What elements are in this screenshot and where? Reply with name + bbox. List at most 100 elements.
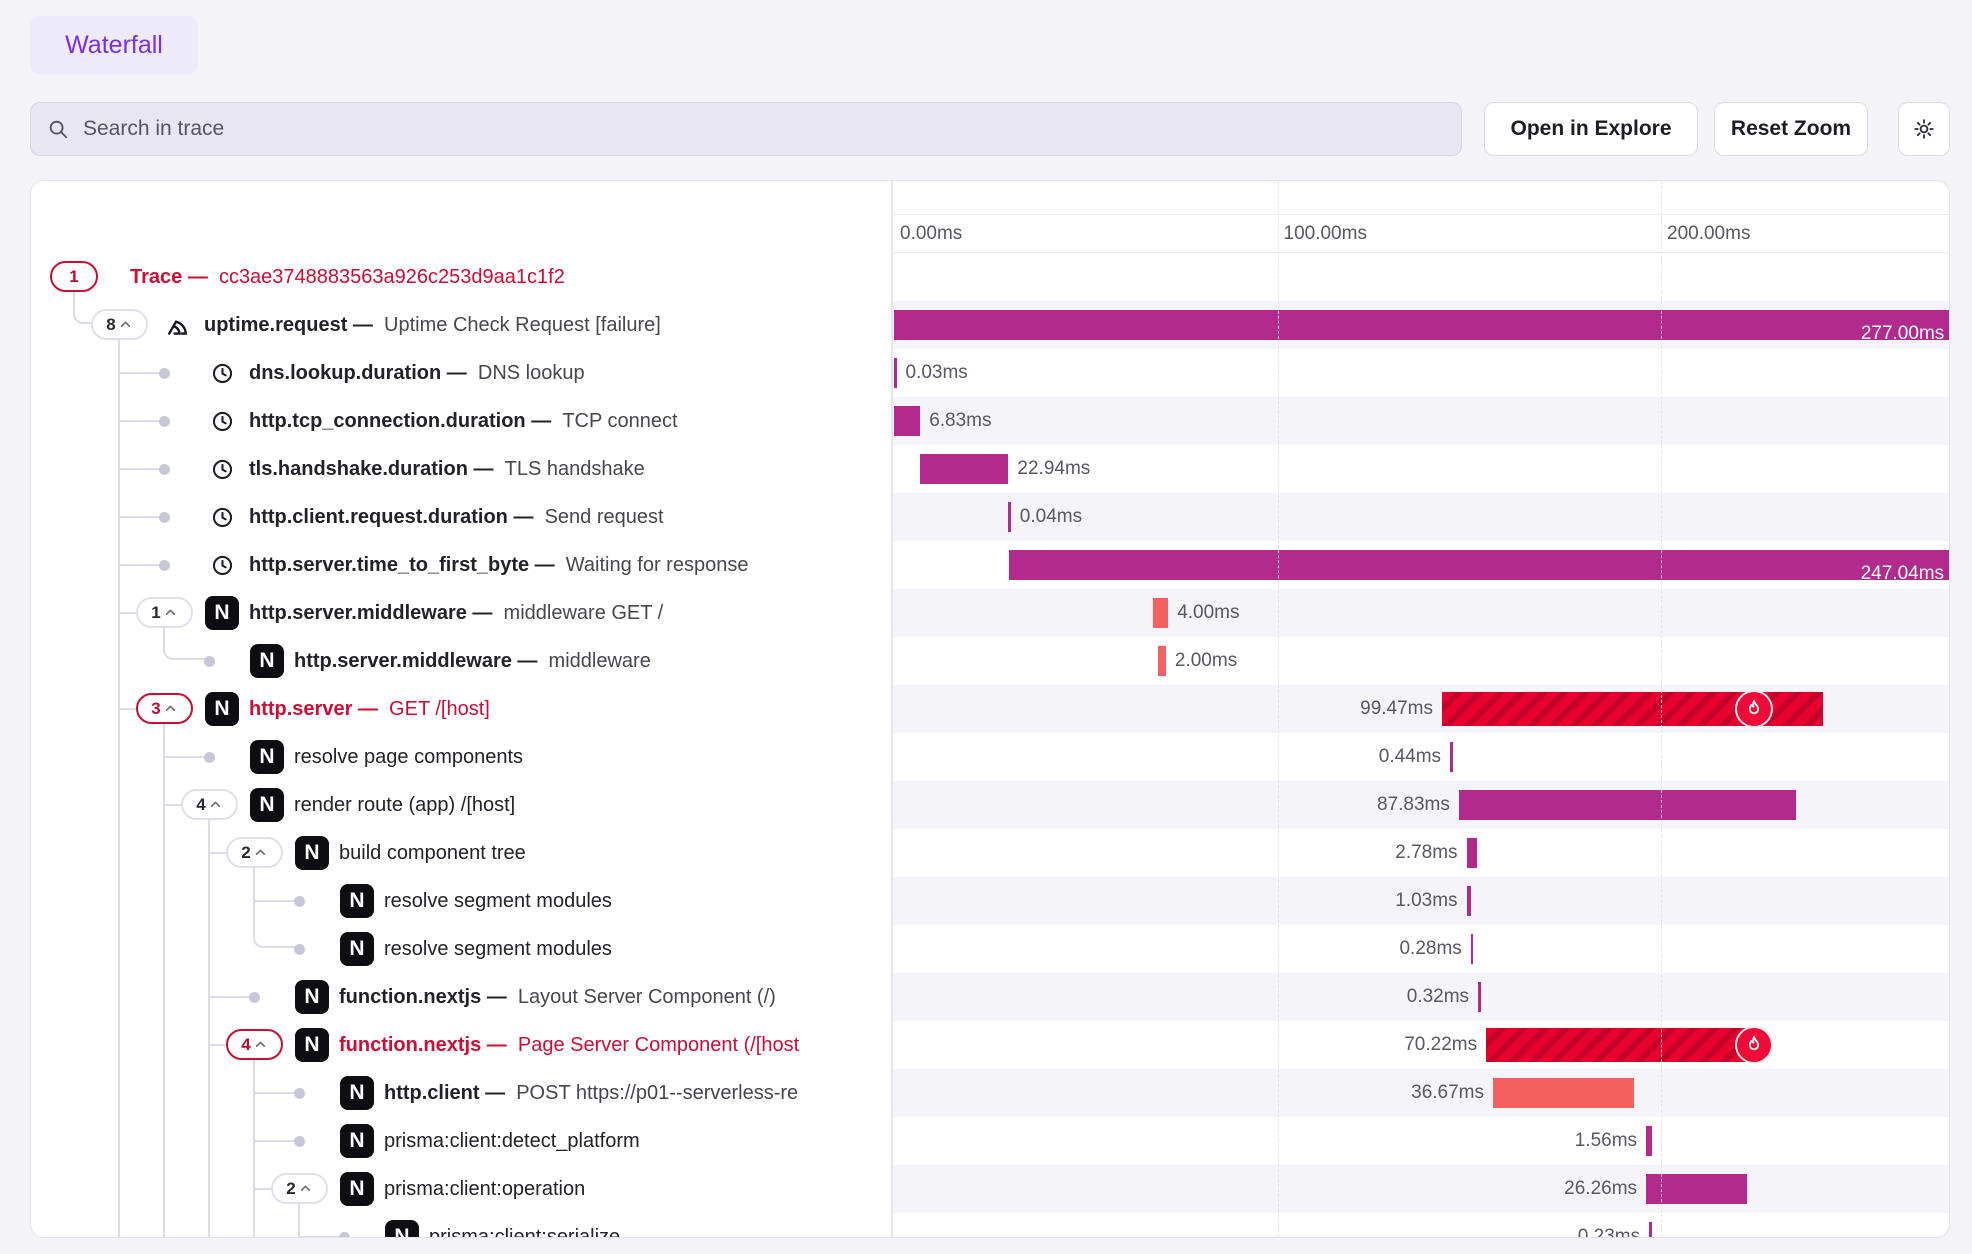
duration-bar[interactable]	[1450, 742, 1453, 772]
chevron-up-icon	[254, 1038, 267, 1051]
span-description: Uptime Check Request [failure]	[384, 314, 661, 336]
span-label-clip: http.server.time_to_first_byte — Waiting…	[31, 541, 889, 589]
span-label-clip: Nprisma:client:serialize	[31, 1213, 889, 1238]
span-separator: —	[441, 362, 478, 384]
duration-bar[interactable]	[1493, 1078, 1634, 1108]
flame-badge[interactable]	[1735, 690, 1773, 728]
duration-bar[interactable]	[1646, 1174, 1747, 1204]
search-in-trace[interactable]	[30, 102, 1462, 156]
duration-bar[interactable]	[1646, 1126, 1652, 1156]
span-label-clip: Nresolve page components	[31, 733, 889, 781]
collapse-pill[interactable]: 3	[136, 693, 193, 724]
span-separator: —	[182, 266, 219, 288]
trace-span-row[interactable]: http.tcp_connection.duration — TCP conne…	[31, 397, 1949, 445]
duration-label: 0.28ms	[1242, 925, 1462, 973]
search-input[interactable]	[81, 116, 1461, 142]
collapse-pill[interactable]: 1	[136, 597, 193, 628]
open-in-explore-button[interactable]: Open in Explore	[1484, 102, 1698, 156]
flame-badge[interactable]	[1735, 1026, 1773, 1064]
duration-bar[interactable]: 247.04ms	[1009, 550, 1950, 580]
nextjs-icon: N	[205, 596, 239, 630]
span-name: tls.handshake.duration	[249, 458, 468, 480]
trace-span-row[interactable]: dns.lookup.duration — DNS lookup0.03ms	[31, 349, 1949, 397]
collapse-pill[interactable]: 4	[181, 789, 238, 820]
duration-bar[interactable]	[1486, 1028, 1755, 1062]
span-separator: —	[467, 602, 504, 624]
collapse-pill[interactable]: 1	[50, 261, 98, 292]
span-name: function.nextjs	[339, 1034, 481, 1056]
trace-span-row[interactable]: tls.handshake.duration — TLS handshake 22…	[31, 445, 1949, 493]
trace-span-row[interactable]: 3Nhttp.server — GET /[host]99.47ms	[31, 685, 1949, 733]
trace-span-row[interactable]: Nprisma:client:serialize0.23ms	[31, 1213, 1949, 1238]
duration-bar[interactable]	[1649, 1222, 1652, 1238]
clock-icon	[210, 553, 235, 578]
trace-span-row[interactable]: http.server.time_to_first_byte — Waiting…	[31, 541, 1949, 589]
duration-bar[interactable]	[894, 406, 920, 436]
search-icon	[47, 118, 69, 140]
trace-span-row[interactable]: 8uptime.request — Uptime Check Request […	[31, 301, 1949, 349]
nextjs-icon: N	[295, 980, 329, 1014]
trace-span-row[interactable]: Nresolve page components0.44ms	[31, 733, 1949, 781]
collapse-pill[interactable]: 2	[271, 1173, 328, 1204]
span-label: http.server.middleware — middleware GET …	[249, 589, 663, 637]
span-description: POST https://p01--serverless-re	[516, 1082, 798, 1104]
duration-label: 22.94ms	[1017, 445, 1090, 493]
trace-span-row[interactable]: 2Nbuild component tree2.78ms	[31, 829, 1949, 877]
trace-waterfall-panel: 0.00ms100.00ms200.00ms1Trace — cc3ae3748…	[30, 180, 1950, 1238]
span-label-clip: Nfunction.nextjs — Layout Server Compone…	[31, 973, 889, 1021]
duration-bar[interactable]	[1467, 838, 1478, 868]
nextjs-icon: N	[250, 788, 284, 822]
duration-bar[interactable]	[1158, 646, 1166, 676]
trace-span-row[interactable]: http.client.request.duration — Send requ…	[31, 493, 1949, 541]
duration-bar[interactable]	[1471, 934, 1474, 964]
span-description: Waiting for response	[566, 554, 749, 576]
duration-bar[interactable]	[1478, 982, 1481, 1012]
trace-span-row[interactable]: Nresolve segment modules0.28ms	[31, 925, 1949, 973]
collapse-pill-count: 4	[196, 796, 205, 813]
trace-span-row[interactable]: 2Nprisma:client:operation26.26ms	[31, 1165, 1949, 1213]
trace-span-row[interactable]: 1Nhttp.server.middleware — middleware GE…	[31, 589, 1949, 637]
reset-zoom-button[interactable]: Reset Zoom	[1714, 102, 1868, 156]
duration-label: 0.03ms	[906, 349, 968, 397]
span-name: function.nextjs	[339, 986, 481, 1008]
trace-span-row[interactable]: 4Nrender route (app) /[host]87.83ms	[31, 781, 1949, 829]
chevron-up-icon	[164, 702, 177, 715]
trace-span-row[interactable]: Nhttp.client — POST https://p01--serverl…	[31, 1069, 1949, 1117]
trace-span-row[interactable]: Nresolve segment modules1.03ms	[31, 877, 1949, 925]
duration-label: 99.47ms	[1213, 685, 1433, 733]
collapse-pill[interactable]: 4	[226, 1029, 283, 1060]
flame-icon	[1743, 698, 1765, 720]
trace-span-row[interactable]: Nhttp.server.middleware — middleware2.00…	[31, 637, 1949, 685]
duration-bar[interactable]	[1153, 598, 1168, 628]
settings-button[interactable]	[1898, 102, 1950, 156]
duration-bar[interactable]	[1459, 790, 1796, 820]
trace-span-row[interactable]: 1Trace — cc3ae3748883563a926c253d9aa1c1f…	[31, 253, 1949, 301]
nextjs-icon: N	[295, 836, 329, 870]
duration-bar[interactable]	[894, 358, 897, 388]
nextjs-icon: N	[340, 1124, 374, 1158]
span-name: prisma:client:operation	[384, 1178, 585, 1200]
duration-bar[interactable]	[920, 454, 1008, 484]
trace-span-row[interactable]: Nprisma:client:detect_platform1.56ms	[31, 1117, 1949, 1165]
nextjs-icon: N	[340, 1172, 374, 1206]
collapse-pill-count: 2	[286, 1180, 295, 1197]
collapse-pill[interactable]: 2	[226, 837, 283, 868]
span-separator: —	[508, 506, 545, 528]
trace-span-row[interactable]: 4Nfunction.nextjs — Page Server Componen…	[31, 1021, 1949, 1069]
duration-bar[interactable]: 277.00ms	[894, 310, 1950, 340]
duration-bar[interactable]	[1467, 886, 1471, 916]
chevron-up-icon	[209, 798, 222, 811]
span-label: http.client — POST https://p01--serverle…	[384, 1069, 798, 1117]
duration-label: 277.00ms	[1861, 319, 1944, 349]
span-name: Trace	[130, 266, 182, 288]
nextjs-icon: N	[385, 1220, 419, 1238]
span-label-clip: Nprisma:client:detect_platform	[31, 1117, 889, 1165]
tab-waterfall[interactable]: Waterfall	[30, 16, 198, 74]
duration-label: 70.22ms	[1257, 1021, 1477, 1069]
collapse-pill[interactable]: 8	[91, 309, 148, 340]
trace-span-row[interactable]: Nfunction.nextjs — Layout Server Compone…	[31, 973, 1949, 1021]
duration-bar[interactable]	[1008, 502, 1011, 532]
span-description: GET /[host]	[389, 698, 490, 720]
span-separator: —	[512, 650, 549, 672]
span-label: tls.handshake.duration — TLS handshake	[249, 445, 645, 493]
